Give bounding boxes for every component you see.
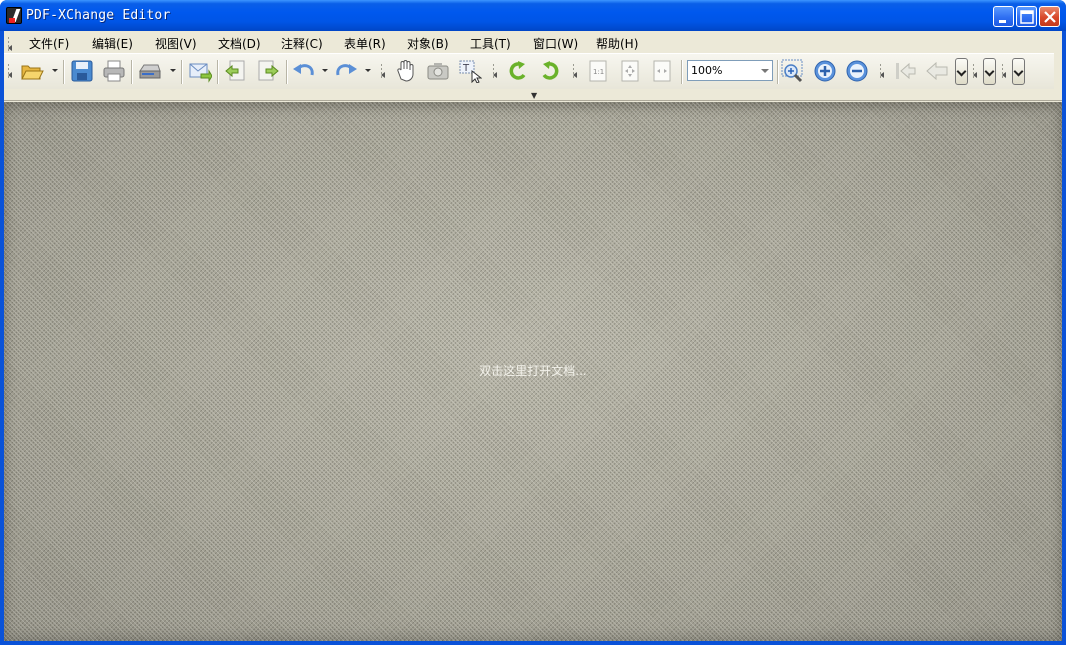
fit-page-button[interactable] xyxy=(616,57,644,85)
toolbar-separator xyxy=(217,60,219,84)
fit-page-icon xyxy=(621,60,639,82)
zoom-value: 100% xyxy=(691,64,723,77)
open-dropdown-arrow[interactable] xyxy=(52,69,58,72)
toolbar-more-dropdown[interactable] xyxy=(983,58,996,85)
app-icon[interactable] xyxy=(6,7,22,24)
client-area: 文件(F) 编辑(E) 视图(V) 文档(D) 注释(C) 表单(R) 对象(B… xyxy=(4,31,1062,641)
zoom-in-button[interactable] xyxy=(811,57,839,85)
redo-icon xyxy=(336,64,357,76)
print-button[interactable] xyxy=(100,57,128,85)
fit-width-button[interactable] xyxy=(648,57,676,85)
menu-document[interactable]: 文档(D) xyxy=(218,35,261,52)
scan-dropdown-arrow[interactable] xyxy=(170,69,176,72)
svg-text:T: T xyxy=(462,63,470,74)
menu-edit[interactable]: 编辑(E) xyxy=(92,35,133,52)
hand-tool-button[interactable] xyxy=(392,57,420,85)
title-bar[interactable]: PDF-XChange Editor xyxy=(0,0,1066,31)
app-window: PDF-XChange Editor 文件(F) 编辑(E) 视图(V) 文档(… xyxy=(0,0,1066,645)
zoom-in-icon xyxy=(814,60,836,82)
menu-file[interactable]: 文件(F) xyxy=(29,35,69,52)
menubar-grip[interactable] xyxy=(7,37,13,51)
minimize-icon xyxy=(999,20,1006,23)
hand-icon xyxy=(397,60,414,82)
menu-view[interactable]: 视图(V) xyxy=(155,35,197,52)
import-button[interactable] xyxy=(254,57,282,85)
scan-icon xyxy=(139,64,161,79)
toolbar-grip[interactable] xyxy=(380,64,386,78)
import-icon xyxy=(258,60,279,81)
zoom-in-box-button[interactable] xyxy=(779,57,807,85)
menu-window[interactable]: 窗口(W) xyxy=(533,35,578,52)
toolbar-separator xyxy=(681,60,683,84)
menu-forms[interactable]: 表单(R) xyxy=(344,35,386,52)
toolbar-options-dropdown[interactable] xyxy=(1012,58,1025,85)
redo-button[interactable] xyxy=(332,57,360,85)
previous-view-icon xyxy=(926,61,948,81)
toolbar-grip[interactable] xyxy=(492,64,498,78)
toolbar-separator xyxy=(286,60,288,84)
window-title: PDF-XChange Editor xyxy=(26,8,171,23)
email-icon xyxy=(189,63,212,83)
snapshot-icon xyxy=(427,63,449,80)
print-icon xyxy=(103,60,125,82)
scan-button[interactable] xyxy=(136,57,164,85)
maximize-button[interactable] xyxy=(1016,6,1037,27)
undo-dropdown-arrow[interactable] xyxy=(322,69,328,72)
previous-view-button[interactable] xyxy=(923,57,951,85)
menu-objects[interactable]: 对象(B) xyxy=(407,35,449,52)
rotate-left-button[interactable] xyxy=(504,57,532,85)
document-workspace[interactable]: 双击这里打开文档... xyxy=(4,102,1062,641)
first-page-button[interactable] xyxy=(891,57,919,85)
menu-tools[interactable]: 工具(T) xyxy=(470,35,511,52)
maximize-icon xyxy=(1020,10,1034,24)
close-button[interactable] xyxy=(1039,6,1060,27)
email-button[interactable] xyxy=(186,57,214,85)
rotate-left-icon xyxy=(509,61,526,80)
rotate-right-icon xyxy=(542,61,559,80)
menu-comment[interactable]: 注释(C) xyxy=(281,35,323,52)
toolbar-grip[interactable] xyxy=(879,64,885,78)
select-text-button[interactable]: T xyxy=(456,57,484,85)
snapshot-button[interactable] xyxy=(424,57,452,85)
open-button[interactable] xyxy=(18,57,46,85)
undo-icon xyxy=(293,64,314,76)
open-document-hint[interactable]: 双击这里打开文档... xyxy=(4,362,1062,379)
zoom-out-button[interactable] xyxy=(843,57,871,85)
actual-size-button[interactable]: 1:1 xyxy=(584,57,612,85)
main-toolbar: T 1:1 100% xyxy=(4,53,1062,89)
toolbar-separator xyxy=(131,60,133,84)
export-button[interactable] xyxy=(222,57,250,85)
fit-width-icon xyxy=(653,60,671,82)
undo-button[interactable] xyxy=(290,57,318,85)
nav-more-dropdown[interactable] xyxy=(955,58,968,85)
zoom-out-icon xyxy=(846,60,868,82)
export-icon xyxy=(225,60,245,81)
save-button[interactable] xyxy=(68,57,96,85)
save-icon xyxy=(71,60,93,82)
toolbar-separator xyxy=(181,60,183,84)
toolbar-separator xyxy=(63,60,65,84)
toolbar-collapse-strip[interactable]: ▼ xyxy=(4,89,1062,101)
close-icon xyxy=(1044,11,1056,23)
toolbar-grip[interactable] xyxy=(972,64,978,78)
open-icon xyxy=(21,65,44,80)
rotate-right-button[interactable] xyxy=(536,57,564,85)
toolbar-grip[interactable] xyxy=(7,64,13,78)
actual-size-icon: 1:1 xyxy=(589,60,607,82)
toolbar-grip[interactable] xyxy=(1001,64,1007,78)
svg-text:1:1: 1:1 xyxy=(593,68,604,76)
zoom-in-box-icon xyxy=(781,59,803,83)
menu-bar: 文件(F) 编辑(E) 视图(V) 文档(D) 注释(C) 表单(R) 对象(B… xyxy=(4,31,1062,53)
toolbar-grip[interactable] xyxy=(572,64,578,78)
chevron-down-icon: ▼ xyxy=(531,91,538,100)
select-text-icon: T xyxy=(459,60,482,83)
minimize-button[interactable] xyxy=(993,6,1014,27)
chevron-down-icon xyxy=(761,69,769,73)
redo-dropdown-arrow[interactable] xyxy=(365,69,371,72)
first-page-icon xyxy=(896,62,916,80)
menu-help[interactable]: 帮助(H) xyxy=(596,35,638,52)
zoom-select[interactable]: 100% xyxy=(687,60,773,81)
